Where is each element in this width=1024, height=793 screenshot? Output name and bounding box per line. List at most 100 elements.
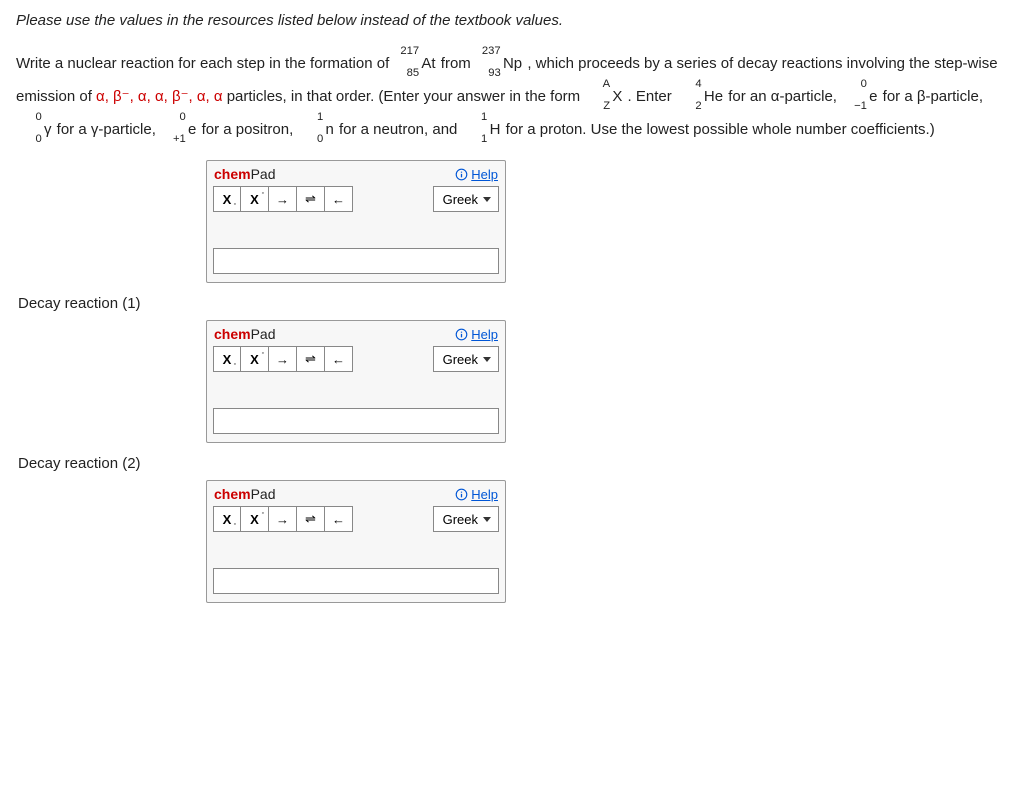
chempad-header: chemPad Help (207, 481, 505, 506)
question-text: Write a nuclear reaction for each step i… (16, 47, 1008, 146)
help-label: Help (471, 327, 498, 342)
element-symbol: n (325, 121, 333, 138)
equilibrium-button[interactable]: ⇌ (297, 346, 325, 372)
decay-reaction-2-label: Decay reaction (2) (18, 455, 1008, 472)
atomic-number: 85 (394, 61, 419, 86)
nuclide-beta: 0 −1 e (842, 80, 877, 113)
help-icon (455, 168, 468, 181)
arrow-right-button[interactable]: → (269, 186, 297, 212)
superscript-button[interactable]: X (241, 346, 269, 372)
after-particles-text: particles, in that order. (Enter your an… (227, 88, 585, 105)
alpha-label: for an α-particle, (728, 88, 841, 105)
nuclide-source: 237 93 Np (476, 47, 522, 80)
tool-group: X X → ⇌ ← (213, 506, 353, 532)
positron-label: for a positron, (202, 121, 298, 138)
chempad-preview (207, 377, 505, 405)
nuclide-neutron: 1 0 n (298, 113, 333, 146)
chempad-title: chemPad (214, 486, 276, 502)
help-icon (455, 328, 468, 341)
subscript-button[interactable]: X (213, 186, 241, 212)
neutron-label: for a neutron, and (339, 121, 462, 138)
subscript-button[interactable]: X (213, 506, 241, 532)
title-red: chem (214, 326, 251, 342)
superscript-button[interactable]: X (241, 506, 269, 532)
greek-label: Greek (443, 192, 478, 207)
atomic-number: 0 (17, 127, 42, 152)
arrow-right-button[interactable]: → (269, 346, 297, 372)
chempad-title: chemPad (214, 166, 276, 182)
superscript-button[interactable]: X (241, 186, 269, 212)
question-intro: Write a nuclear reaction for each step i… (16, 55, 393, 72)
equilibrium-button[interactable]: ⇌ (297, 186, 325, 212)
atomic-number: 93 (476, 61, 501, 86)
element-symbol: e (869, 88, 877, 105)
help-label: Help (471, 167, 498, 182)
greek-label: Greek (443, 352, 478, 367)
nuclide-alpha: 4 2 He (677, 80, 723, 113)
gamma-label: for a γ-particle, (57, 121, 160, 138)
nuclide-product: 217 85 At (394, 47, 435, 80)
equilibrium-button[interactable]: ⇌ (297, 506, 325, 532)
chempad-input[interactable] (213, 408, 499, 434)
help-icon (455, 488, 468, 501)
arrow-right-button[interactable]: → (269, 506, 297, 532)
chempad-input[interactable] (213, 568, 499, 594)
help-link[interactable]: Help (455, 167, 498, 182)
help-link[interactable]: Help (455, 487, 498, 502)
greek-dropdown[interactable]: Greek (433, 186, 499, 212)
chempad-toolbar: X X → ⇌ ← Greek (207, 346, 505, 377)
greek-dropdown[interactable]: Greek (433, 346, 499, 372)
atomic-placeholder: Z (585, 94, 610, 119)
greek-dropdown[interactable]: Greek (433, 506, 499, 532)
element-symbol: e (188, 121, 196, 138)
chempad-input-wrap (207, 405, 505, 442)
chempad-input-wrap (207, 245, 505, 282)
title-black: Pad (251, 486, 276, 502)
title-red: chem (214, 166, 251, 182)
chempad-input-wrap (207, 565, 505, 602)
particles-sequence: α, β⁻, α, α, β⁻, α, α (96, 88, 222, 105)
symbol-placeholder: X (612, 88, 622, 105)
instructions-note: Please use the values in the resources l… (16, 12, 1008, 29)
trailing-text: Use the lowest possible whole number coe… (591, 121, 935, 138)
title-black: Pad (251, 326, 276, 342)
chempad-preview (207, 537, 505, 565)
chempad-input[interactable] (213, 248, 499, 274)
chempad-block-1: chemPad Help X X → ⇌ ← Greek (206, 320, 506, 443)
chempad-header: chemPad Help (207, 161, 505, 186)
atomic-number: −1 (842, 94, 867, 119)
chempad-block-0: chemPad Help X X → ⇌ ← Greek (206, 160, 506, 283)
atomic-number: 0 (298, 127, 323, 152)
nuclide-positron: 0 +1 e (161, 113, 196, 146)
subscript-button[interactable]: X (213, 346, 241, 372)
arrow-left-button[interactable]: ← (325, 346, 353, 372)
chempad-block-2: chemPad Help X X → ⇌ ← Greek (206, 480, 506, 603)
help-link[interactable]: Help (455, 327, 498, 342)
chevron-down-icon (483, 197, 491, 202)
chevron-down-icon (483, 517, 491, 522)
element-symbol: Np (503, 55, 522, 72)
chempad-title: chemPad (214, 326, 276, 342)
beta-label: for a β-particle, (883, 88, 983, 105)
chempad-preview (207, 217, 505, 245)
after-form-text: . Enter (628, 88, 676, 105)
arrow-left-button[interactable]: ← (325, 186, 353, 212)
atomic-number: +1 (161, 127, 186, 152)
help-label: Help (471, 487, 498, 502)
chempad-toolbar: X X → ⇌ ← Greek (207, 506, 505, 537)
nuclide-gamma: 0 0 γ (17, 113, 52, 146)
title-red: chem (214, 486, 251, 502)
title-black: Pad (251, 166, 276, 182)
atomic-number: 2 (677, 94, 702, 119)
element-symbol: At (421, 55, 435, 72)
chevron-down-icon (483, 357, 491, 362)
tool-group: X X → ⇌ ← (213, 186, 353, 212)
decay-reaction-1-label: Decay reaction (1) (18, 295, 1008, 312)
element-symbol: γ (44, 121, 52, 138)
from-word: from (441, 55, 475, 72)
arrow-left-button[interactable]: ← (325, 506, 353, 532)
chempad-toolbar: X X → ⇌ ← Greek (207, 186, 505, 217)
atomic-number: 1 (463, 127, 488, 152)
proton-label: for a proton. (506, 121, 591, 138)
tool-group: X X → ⇌ ← (213, 346, 353, 372)
